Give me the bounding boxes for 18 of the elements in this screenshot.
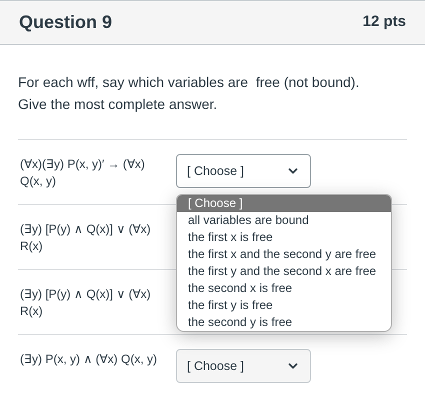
dropdown-option[interactable]: the first x and the second y are free [177,246,391,263]
points-label: 12 pts [362,12,406,32]
dropdown-option[interactable]: [ Choose ] [177,195,391,212]
formula-text: (∃y) P(x, y) ∧ (∀x) Q(x, y) [19,351,158,368]
dropdown-option[interactable]: the first y is free [177,297,391,314]
question-title: Question 9 [19,11,112,34]
instruction-text: Give the most complete answer. [18,95,218,114]
dropdown-option[interactable]: the second x is free [177,280,391,297]
instruction-text: For each wff, say which variables are free (not bound). [18,73,360,92]
dropdown-option[interactable]: the first y and the second x are free [177,263,391,280]
formula-text: (∀x)(∃y) P(x, y)′ → (∀x) Q(x, y) [19,156,146,190]
dropdown-option[interactable]: the first x is free [177,229,391,246]
formula-text: (∃y) [P(y) ∧ Q(x)] ∨ (∀x) R(x) [19,221,152,255]
dropdown-option[interactable]: all variables are bound [177,212,391,229]
dropdown-option[interactable]: the second y is free [177,314,391,331]
answer-dropdown[interactable]: [ Choose ] [176,154,311,188]
formula-text: (∃y) [P(y) ∧ Q(x)] ∨ (∀x) R(x) [19,286,152,320]
answer-dropdown[interactable]: [ Choose ] [176,349,311,383]
